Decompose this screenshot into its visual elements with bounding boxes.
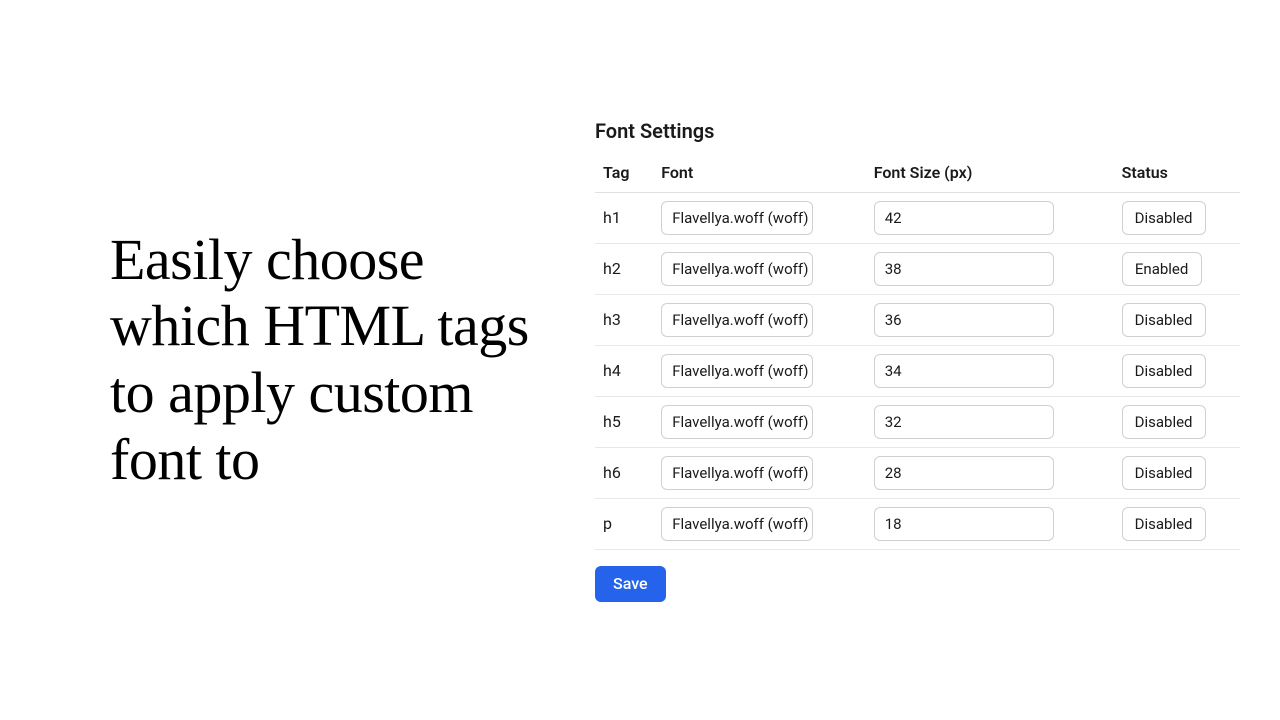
table-row: p Flavellya.woff (woff) Disabled: [595, 498, 1240, 549]
tag-label: h2: [603, 259, 621, 278]
table-row: h2 Flavellya.woff (woff) Enabled: [595, 243, 1240, 294]
font-size-input[interactable]: [874, 201, 1054, 235]
marketing-headline-panel: Easily choose which HTML tags to apply c…: [0, 227, 560, 494]
status-toggle[interactable]: Disabled: [1122, 303, 1206, 337]
status-toggle[interactable]: Disabled: [1122, 405, 1206, 439]
font-select[interactable]: Flavellya.woff (woff): [661, 405, 813, 439]
table-row: h5 Flavellya.woff (woff) Disabled: [595, 396, 1240, 447]
font-size-input[interactable]: [874, 252, 1054, 286]
font-settings-panel: Font Settings Tag Font Font Size (px) St…: [560, 119, 1280, 602]
col-header-font: Font: [653, 157, 866, 193]
table-row: h6 Flavellya.woff (woff) Disabled: [595, 447, 1240, 498]
status-toggle[interactable]: Disabled: [1122, 354, 1206, 388]
font-select[interactable]: Flavellya.woff (woff): [661, 303, 813, 337]
font-size-input[interactable]: [874, 456, 1054, 490]
col-header-status: Status: [1114, 157, 1240, 193]
table-row: h4 Flavellya.woff (woff) Disabled: [595, 345, 1240, 396]
status-toggle[interactable]: Disabled: [1122, 456, 1206, 490]
status-toggle[interactable]: Enabled: [1122, 252, 1202, 286]
font-settings-table: Tag Font Font Size (px) Status h1 Flavel…: [595, 157, 1240, 550]
save-button[interactable]: Save: [595, 566, 666, 602]
font-size-input[interactable]: [874, 303, 1054, 337]
tag-label: h1: [603, 208, 621, 227]
tag-label: h3: [603, 310, 621, 329]
col-header-size: Font Size (px): [866, 157, 1114, 193]
font-size-input[interactable]: [874, 405, 1054, 439]
font-select[interactable]: Flavellya.woff (woff): [661, 201, 813, 235]
tag-label: h5: [603, 412, 621, 431]
font-size-input[interactable]: [874, 507, 1054, 541]
table-row: h1 Flavellya.woff (woff) Disabled: [595, 192, 1240, 243]
tag-label: h6: [603, 463, 621, 482]
font-select[interactable]: Flavellya.woff (woff): [661, 252, 813, 286]
panel-title: Font Settings: [595, 119, 1240, 143]
col-header-tag: Tag: [595, 157, 653, 193]
status-toggle[interactable]: Disabled: [1122, 201, 1206, 235]
tag-label: h4: [603, 361, 621, 380]
font-select[interactable]: Flavellya.woff (woff): [661, 354, 813, 388]
font-select[interactable]: Flavellya.woff (woff): [661, 456, 813, 490]
status-toggle[interactable]: Disabled: [1122, 507, 1206, 541]
headline-text: Easily choose which HTML tags to apply c…: [110, 227, 530, 494]
font-size-input[interactable]: [874, 354, 1054, 388]
font-select[interactable]: Flavellya.woff (woff): [661, 507, 813, 541]
table-header-row: Tag Font Font Size (px) Status: [595, 157, 1240, 193]
tag-label: p: [603, 514, 612, 533]
table-row: h3 Flavellya.woff (woff) Disabled: [595, 294, 1240, 345]
